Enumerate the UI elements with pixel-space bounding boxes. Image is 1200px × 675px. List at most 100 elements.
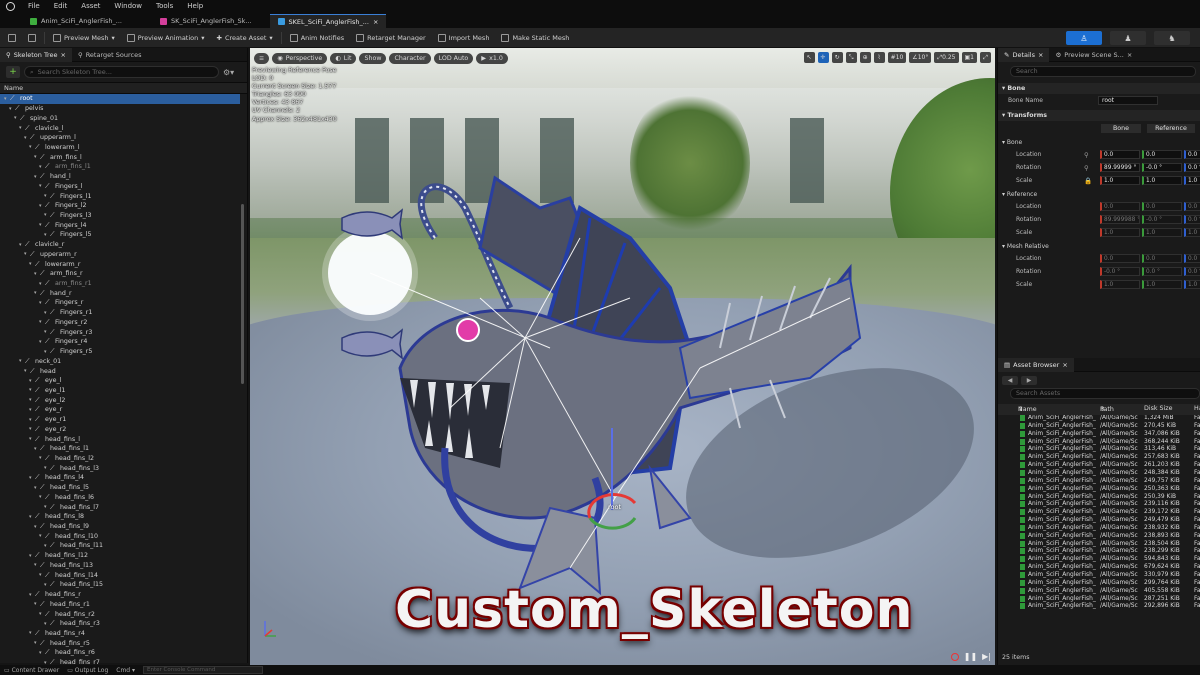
bone-row-fingers-l3[interactable]: ▾ ⟋ Fingers_l3 bbox=[0, 211, 240, 221]
reset-icon[interactable]: ⚲ bbox=[1084, 151, 1089, 159]
bone-row-spine-01[interactable]: ▾ ⟋ spine_01 bbox=[0, 113, 240, 123]
bone-row-head-fins-r1[interactable]: ▾ ⟋ head_fins_r1 bbox=[0, 599, 240, 609]
reset-icon[interactable]: ⚲ bbox=[1084, 164, 1089, 172]
bone-row-arm-fins-l1[interactable]: ▾ ⟋ arm_fins_l1 bbox=[0, 162, 240, 172]
bone-row-head-fins-l[interactable]: ▾ ⟋ head_fins_l bbox=[0, 434, 240, 444]
scale-y-field[interactable]: 1.0 bbox=[1142, 176, 1182, 185]
tab-preview-scene-settings[interactable]: ⚙ Preview Scene S... × bbox=[1049, 48, 1138, 62]
tab-skeleton-tree[interactable]: ⚲ Skeleton Tree × bbox=[0, 47, 72, 62]
asset-row[interactable]: Anim_SciFi_AnglerFish_ /All/Game/Sc 250,39… bbox=[998, 493, 1200, 502]
asset-row[interactable]: Anim_SciFi_AnglerFish_ /All/Game/Sc 239,17… bbox=[998, 509, 1200, 517]
close-icon[interactable]: × bbox=[1062, 361, 1067, 369]
bone-row-clavicle-l[interactable]: ▾ ⟋ clavicle_l bbox=[0, 123, 240, 133]
bone-row-eye-r2[interactable]: ▾ ⟋ eye_r2 bbox=[0, 424, 240, 434]
import-mesh-button[interactable]: Import Mesh bbox=[434, 31, 494, 45]
viewport[interactable]: root ≡ ◉ Perspective ◐ Lit Show Character … bbox=[250, 48, 995, 665]
menu-window[interactable]: Window bbox=[114, 2, 142, 10]
perspective-button[interactable]: ◉ Perspective bbox=[272, 52, 328, 64]
animation-mode-button[interactable]: ♞ bbox=[1154, 31, 1190, 45]
asset-row[interactable]: Anim_SciFi_AnglerFish_ /All/Game/Sc 261,20… bbox=[998, 462, 1200, 470]
doc-tab[interactable]: Anim_SciFi_AnglerFish_... bbox=[22, 14, 130, 28]
bone-row-fingers-r[interactable]: ▾ ⟋ Fingers_r bbox=[0, 298, 240, 308]
back-button[interactable]: ◀ bbox=[1002, 375, 1018, 385]
bone-row-head-fins-l2[interactable]: ▾ ⟋ head_fins_l2 bbox=[0, 454, 240, 464]
scale-z-field[interactable]: 1.0 bbox=[1184, 176, 1200, 185]
bone-row-head-fins-l9[interactable]: ▾ ⟋ head_fins_l9 bbox=[0, 522, 240, 532]
preview-animation-button[interactable]: Preview Animation ▾ bbox=[123, 31, 209, 45]
bone-row-head-fins-r7[interactable]: ▾ ⟋ head_fins_r7 bbox=[0, 658, 240, 664]
bone-row-head[interactable]: ▾ ⟋ head bbox=[0, 366, 240, 376]
asset-row[interactable]: Anim_SciFi_AnglerFish_ /All/Game/Sc 257,68… bbox=[998, 454, 1200, 462]
grid-snap-button[interactable]: #10 bbox=[887, 52, 907, 63]
bone-row-upperarm-r[interactable]: ▾ ⟋ upperarm_r bbox=[0, 250, 240, 260]
doc-tab[interactable]: SKEL_SciFi_AnglerFish_... × bbox=[269, 14, 387, 28]
bone-mode-button[interactable]: Bone bbox=[1100, 122, 1142, 134]
scale-tool-button[interactable]: ⤡ bbox=[845, 52, 857, 63]
rotation-x-field[interactable]: 89.99999 ° bbox=[1100, 163, 1140, 172]
bone-row-eye-r[interactable]: ▾ ⟋ eye_r bbox=[0, 405, 240, 415]
asset-row[interactable]: Anim_SciFi_AnglerFish_ /All/Game/Sc 287,25… bbox=[998, 595, 1200, 604]
asset-row[interactable]: Anim_SciFi_AnglerFish_ /All/Game/Sc 238,93… bbox=[998, 524, 1200, 533]
close-icon[interactable]: × bbox=[373, 18, 378, 26]
show-button[interactable]: Show bbox=[359, 52, 387, 64]
lod-button[interactable]: LOD Auto bbox=[433, 52, 474, 64]
subsection-reference[interactable]: ▾ Reference bbox=[998, 189, 1200, 200]
mesh-mode-button[interactable]: ♟ bbox=[1110, 31, 1146, 45]
rotation-snap-button[interactable]: ∠ 10° bbox=[909, 52, 932, 63]
unreal-logo-icon[interactable] bbox=[4, 0, 16, 12]
bone-row-root[interactable]: ▾ ⟋ root bbox=[0, 94, 240, 104]
bone-row-head-fins-l11[interactable]: ▾ ⟋ head_fins_l11 bbox=[0, 541, 240, 551]
add-button[interactable]: + bbox=[6, 66, 20, 78]
bone-row-head-fins-r2[interactable]: ▾ ⟋ head_fins_r2 bbox=[0, 609, 240, 619]
asset-row[interactable]: Anim_SciFi_AnglerFish_ /All/Game/Sc 248,38… bbox=[998, 469, 1200, 478]
bone-row-fingers-r5[interactable]: ▾ ⟋ Fingers_r5 bbox=[0, 347, 240, 357]
bone-row-head-fins-r6[interactable]: ▾ ⟋ head_fins_r6 bbox=[0, 648, 240, 658]
menu-asset[interactable]: Asset bbox=[81, 2, 100, 10]
bone-row-fingers-r4[interactable]: ▾ ⟋ Fingers_r4 bbox=[0, 337, 240, 347]
bone-row-arm-fins-l[interactable]: ▾ ⟋ arm_fins_l bbox=[0, 152, 240, 162]
bone-row-head-fins-l15[interactable]: ▾ ⟋ head_fins_l15 bbox=[0, 580, 240, 590]
location-z-field[interactable]: 0.0 bbox=[1184, 150, 1200, 159]
bone-row-arm-fins-r1[interactable]: ▾ ⟋ arm_fins_r1 bbox=[0, 279, 240, 289]
record-button[interactable] bbox=[950, 652, 959, 661]
bone-row-clavicle-r[interactable]: ▾ ⟋ clavicle_r bbox=[0, 240, 240, 250]
tab-retarget-sources[interactable]: ⚲ Retarget Sources bbox=[72, 48, 148, 62]
rotation-z-field[interactable]: 0.0 ° bbox=[1184, 163, 1200, 172]
asset-row[interactable]: Anim_SciFi_AnglerFish_ /All/Game/Sc 347,08… bbox=[998, 430, 1200, 439]
lock-icon[interactable]: 🔒 bbox=[1084, 177, 1092, 185]
asset-row[interactable]: Anim_SciFi_AnglerFish_ /All/Game/Sc 1,324 … bbox=[998, 415, 1200, 423]
bone-row-eye-l1[interactable]: ▾ ⟋ eye_l1 bbox=[0, 386, 240, 396]
bone-row-head-fins-l12[interactable]: ▾ ⟋ head_fins_l12 bbox=[0, 551, 240, 561]
asset-row[interactable]: Anim_SciFi_AnglerFish_ /All/Game/Sc 249,75… bbox=[998, 477, 1200, 486]
asset-row[interactable]: Anim_SciFi_AnglerFish_ /All/Game/Sc 238,29… bbox=[998, 548, 1200, 556]
location-y-field[interactable]: 0.0 bbox=[1142, 150, 1182, 159]
bone-row-eye-l2[interactable]: ▾ ⟋ eye_l2 bbox=[0, 395, 240, 405]
anim-notifies-button[interactable]: Anim Notifies bbox=[286, 31, 348, 45]
asset-row[interactable]: Anim_SciFi_AnglerFish_ /All/Game/Sc 238,50… bbox=[998, 540, 1200, 549]
bone-row-eye-l[interactable]: ▾ ⟋ eye_l bbox=[0, 376, 240, 386]
camera-speed-button[interactable]: ▣ 1 bbox=[961, 52, 977, 63]
col-extra-header[interactable]: Ha bbox=[1194, 405, 1200, 412]
close-icon[interactable]: × bbox=[1038, 51, 1043, 59]
make-static-mesh-button[interactable]: Make Static Mesh bbox=[497, 31, 573, 45]
bone-name-field[interactable]: root bbox=[1098, 96, 1158, 105]
reference-mode-button[interactable]: Reference bbox=[1146, 122, 1196, 134]
asset-search-input[interactable]: Search Assets bbox=[1010, 388, 1200, 399]
maximize-viewport-button[interactable]: ⤢ bbox=[980, 52, 991, 63]
bone-row-fingers-l[interactable]: ▾ ⟋ Fingers_l bbox=[0, 181, 240, 191]
asset-row[interactable]: Anim_SciFi_AnglerFish_ /All/Game/Sc 299,76… bbox=[998, 579, 1200, 588]
step-forward-button[interactable]: ▶| bbox=[982, 652, 991, 661]
bone-row-fingers-l4[interactable]: ▾ ⟋ Fingers_l4 bbox=[0, 220, 240, 230]
bone-row-fingers-r1[interactable]: ▾ ⟋ Fingers_r1 bbox=[0, 308, 240, 318]
bone-row-lowerarm-r[interactable]: ▾ ⟋ lowerarm_r bbox=[0, 259, 240, 269]
forward-button[interactable]: ▶ bbox=[1021, 375, 1037, 385]
scale-snap-button[interactable]: ⤢ 0.25 bbox=[934, 52, 959, 63]
asset-row[interactable]: Anim_SciFi_AnglerFish_ /All/Game/Sc 249,47… bbox=[998, 517, 1200, 525]
close-icon[interactable]: × bbox=[60, 51, 65, 59]
doc-tab[interactable]: SK_SciFi_AnglerFish_Sk... bbox=[152, 14, 260, 28]
content-drawer-button[interactable]: ▭ Content Drawer bbox=[4, 667, 59, 674]
close-icon[interactable]: × bbox=[1127, 51, 1132, 59]
asset-row[interactable]: Anim_SciFi_AnglerFish_ /All/Game/Sc 330,97… bbox=[998, 572, 1200, 580]
bone-row-fingers-r3[interactable]: ▾ ⟋ Fingers_r3 bbox=[0, 327, 240, 337]
bone-row-arm-fins-r[interactable]: ▾ ⟋ arm_fins_r bbox=[0, 269, 240, 279]
